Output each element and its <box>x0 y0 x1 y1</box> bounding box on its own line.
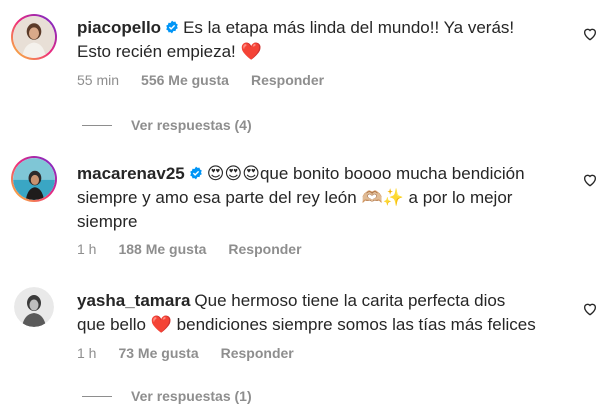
heart-outline-icon[interactable] <box>582 26 598 42</box>
heart-emoji: ❤️ <box>240 42 262 62</box>
comment-meta: 55 min 556 Me gusta Responder <box>77 72 346 88</box>
divider-line <box>82 124 112 126</box>
comment-meta: 1 h 73 Me gusta Responder <box>77 345 316 361</box>
avatar[interactable] <box>11 156 57 202</box>
comment-text: Es la etapa más linda del mundo!! Ya ver… <box>183 18 515 37</box>
heart-outline-icon[interactable] <box>582 172 598 188</box>
divider-line <box>82 395 112 397</box>
comment-text: Que hermoso tiene la carita perfecta dio… <box>194 291 506 310</box>
avatar-image <box>13 16 55 58</box>
reply-button[interactable]: Responder <box>221 345 294 361</box>
comment-text: que bonito boooo mucha bendición <box>259 164 525 183</box>
username[interactable]: piacopello <box>77 18 161 37</box>
comment-body: yasha_tamara Que hermoso tiene la carita … <box>77 289 567 337</box>
avatar[interactable] <box>14 287 54 327</box>
avatar[interactable] <box>11 14 57 60</box>
likes-count[interactable]: 188 Me gusta <box>118 241 206 257</box>
comment-text-2a: que bello <box>77 315 147 334</box>
view-replies-label: Ver respuestas (1) <box>131 388 252 404</box>
comment-text-3: siempre <box>77 212 138 231</box>
timestamp: 55 min <box>77 72 120 88</box>
comment-meta: 1 h 188 Me gusta Responder <box>77 241 324 257</box>
reply-button[interactable]: Responder <box>228 241 301 257</box>
heart-hands-emoji: 🫶🏼✨ <box>361 188 404 208</box>
username[interactable]: macarenav25 <box>77 164 185 183</box>
username[interactable]: yasha_tamara <box>77 291 190 310</box>
heart-outline-icon[interactable] <box>582 301 598 317</box>
comment-text-2: siempre y amo esa parte del rey león <box>77 188 357 207</box>
timestamp: 1 h <box>77 345 97 361</box>
comment-text-2: Esto recién empieza! <box>77 42 236 61</box>
reply-button[interactable]: Responder <box>251 72 324 88</box>
comment-body: piacopello Es la etapa más linda del mund… <box>77 16 567 64</box>
heart-eyes-emoji: 😍😍😍 <box>206 164 260 184</box>
likes-count[interactable]: 556 Me gusta <box>141 72 229 88</box>
likes-count[interactable]: 73 Me gusta <box>118 345 198 361</box>
heart-emoji: ❤️ <box>150 315 172 335</box>
verified-badge-icon <box>166 20 178 34</box>
avatar-image <box>14 287 54 327</box>
view-replies-button[interactable]: Ver respuestas (4) <box>82 117 252 133</box>
comment-text-2b: bendiciones siempre somos las tías más f… <box>176 315 536 334</box>
timestamp: 1 h <box>77 241 97 257</box>
view-replies-label: Ver respuestas (4) <box>131 117 252 133</box>
verified-badge-icon <box>189 166 202 180</box>
comment-body: macarenav25 😍😍😍que bonito boooo mucha ben… <box>77 162 567 234</box>
avatar-image <box>13 158 55 200</box>
view-replies-button[interactable]: Ver respuestas (1) <box>82 388 252 404</box>
comment-text-2b: a por lo mejor <box>408 188 513 207</box>
